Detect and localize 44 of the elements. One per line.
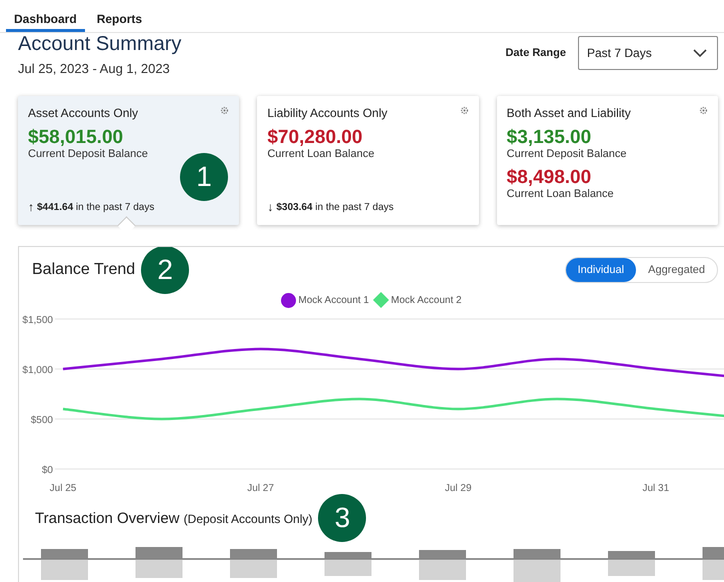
- y-axis-label: $500: [30, 415, 53, 426]
- date-range-label: Date Range: [505, 47, 566, 59]
- settings-icon[interactable]: [220, 106, 230, 115]
- settings-icon[interactable]: [460, 106, 469, 115]
- date-range-dropdown[interactable]: Past 7 Days: [578, 36, 718, 70]
- summary-card[interactable]: Liability Accounts Only $70,280.00 Current Loan Balance ↓ $303.64 in the past 7 days: [257, 96, 479, 225]
- legend-label: Mock Account 2: [391, 294, 462, 306]
- section-title: Balance Trend: [32, 261, 136, 279]
- callout-badge: 1: [180, 153, 228, 201]
- balance-caption: Current Deposit Balance: [506, 148, 628, 160]
- x-axis-label: Jul 27: [247, 483, 274, 494]
- summary-card[interactable]: Both Asset and Liability $3,135.00 Current Deposit Balance $8,498.00 Current Loan Balance: [496, 96, 718, 225]
- page-title: Account Summary: [18, 33, 182, 55]
- balance-change-text: $303.64 in the past 7 days: [276, 202, 394, 212]
- card-title: Liability Accounts Only: [267, 106, 388, 120]
- arrow-icon: ↑: [28, 201, 34, 213]
- card-title: Asset Accounts Only: [28, 106, 138, 120]
- balance-caption: Current Loan Balance: [267, 148, 376, 160]
- chevron-down-icon: [693, 49, 707, 57]
- nav-tab[interactable]: Reports: [88, 0, 150, 32]
- balance-amount: $70,280.00: [267, 128, 364, 148]
- balance-caption: Current Loan Balance: [506, 188, 615, 200]
- date-range-text: Jul 25, 2023 - Aug 1, 2023: [18, 61, 171, 76]
- nav-tab[interactable]: Dashboard: [6, 0, 85, 32]
- settings-icon[interactable]: [698, 106, 708, 115]
- callout-badge: 2: [141, 247, 190, 294]
- arrow-icon: ↓: [267, 201, 274, 213]
- x-axis-label: Jul 31: [642, 483, 670, 494]
- section-title: Transaction Overview (Deposit Accounts Only): [35, 510, 312, 526]
- card-title: Both Asset and Liability: [506, 106, 631, 120]
- toggle-option[interactable]: Aggregated: [636, 258, 717, 282]
- balance-change-text: $441.64 in the past 7 days: [37, 202, 154, 212]
- legend-label: Mock Account 1: [298, 294, 369, 306]
- y-axis-label: $1,500: [22, 315, 53, 326]
- balance-amount: $8,498.00: [506, 168, 592, 188]
- toggle-option[interactable]: Individual: [566, 258, 636, 282]
- x-axis-label: Jul 29: [444, 483, 472, 494]
- callout-badge: 3: [318, 494, 366, 542]
- x-axis-label: Jul 25: [50, 483, 76, 494]
- y-axis-label: $1,000: [22, 365, 53, 376]
- balance-amount: $3,135.00: [506, 128, 592, 148]
- balance-amount: $58,015.00: [28, 128, 124, 148]
- balance-caption: Current Deposit Balance: [28, 148, 149, 160]
- y-axis-label: $0: [42, 465, 53, 476]
